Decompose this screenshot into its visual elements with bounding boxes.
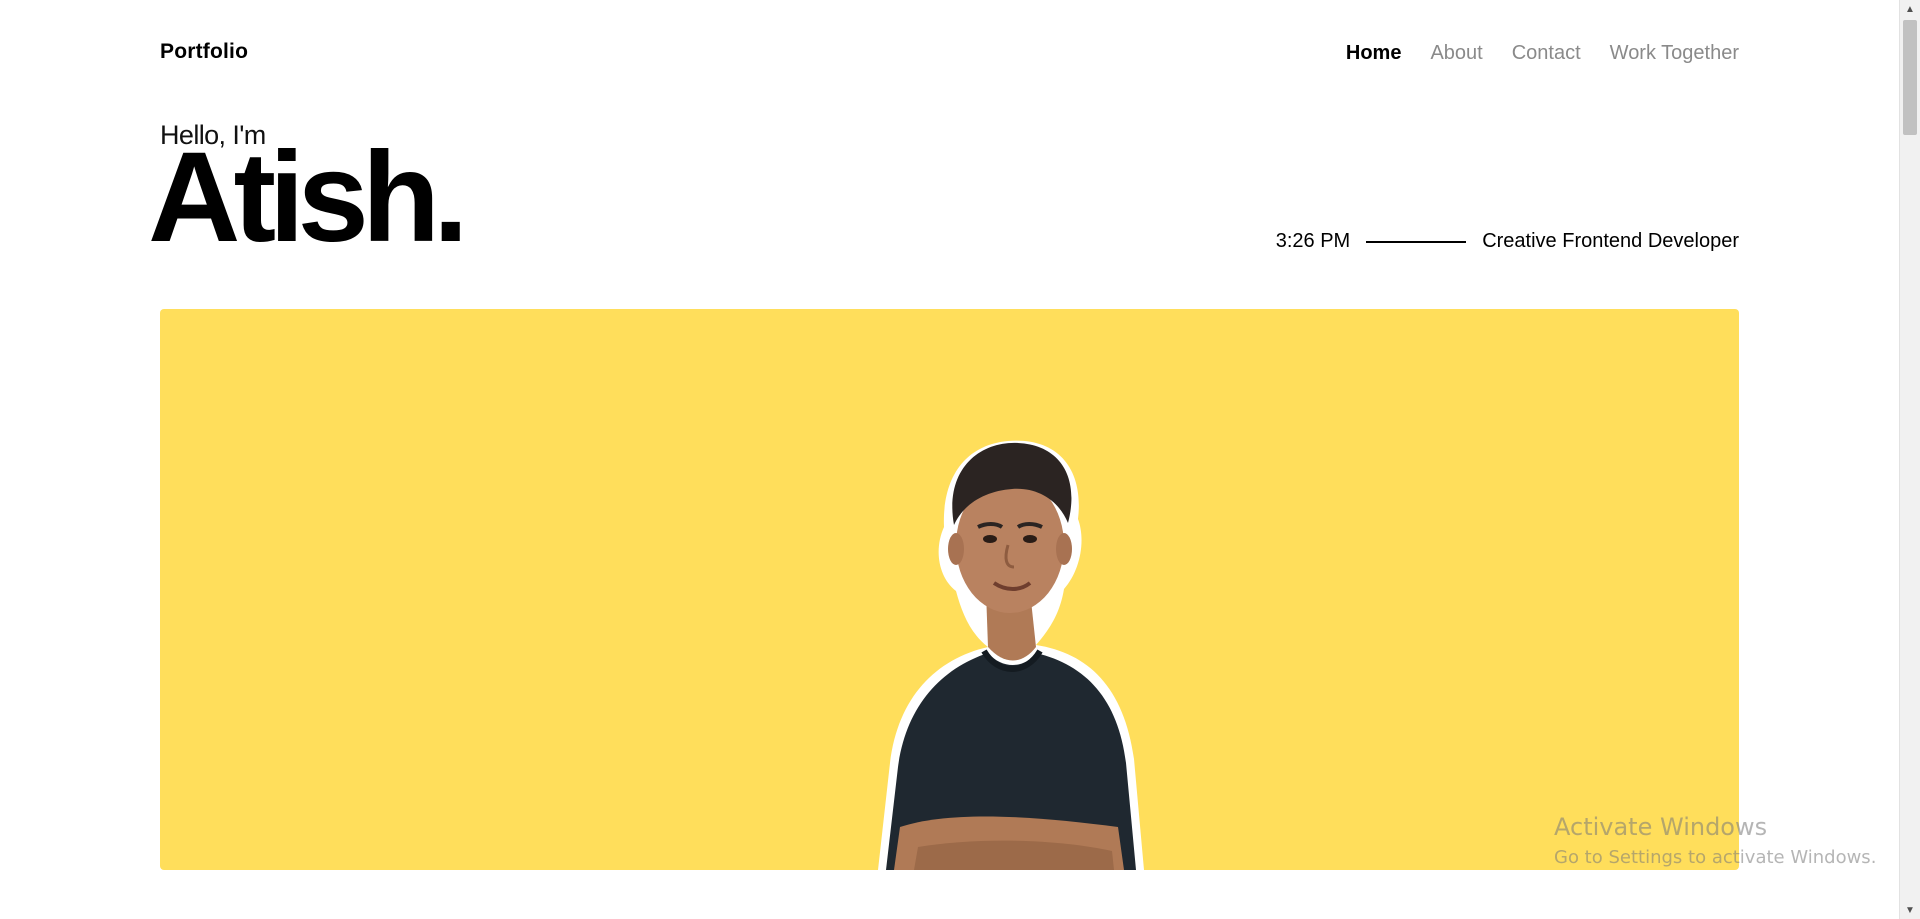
- hero-image-card: [160, 309, 1739, 870]
- nav-home[interactable]: Home: [1346, 42, 1402, 65]
- watermark-subtitle: Go to Settings to activate Windows.: [1554, 847, 1877, 868]
- hero-name: Atish.: [148, 126, 469, 269]
- windows-activation-watermark: Activate Windows Go to Settings to activ…: [1554, 813, 1876, 868]
- hero-meta: 3:26 PM Creative Frontend Developer: [1276, 230, 1739, 253]
- portrait-image: [878, 440, 1144, 870]
- watermark-title: Activate Windows: [1554, 813, 1768, 841]
- vertical-scrollbar[interactable]: ▲ ▼: [1899, 0, 1920, 919]
- role-title: Creative Frontend Developer: [1482, 230, 1739, 252]
- nav-about[interactable]: About: [1430, 42, 1482, 65]
- meta-divider: [1366, 240, 1467, 243]
- nav-work-together[interactable]: Work Together: [1610, 42, 1739, 65]
- main-nav: Home About Contact Work Together: [1346, 42, 1739, 65]
- portfolio-page: Portfolio Home About Contact Work Togeth…: [0, 0, 1900, 919]
- scrollbar-thumb[interactable]: [1903, 20, 1917, 135]
- local-time: 3:26 PM: [1275, 230, 1351, 252]
- brand-logo[interactable]: Portfolio: [160, 40, 248, 64]
- nav-contact[interactable]: Contact: [1512, 42, 1581, 65]
- scroll-down-arrow-icon[interactable]: ▼: [1900, 901, 1920, 919]
- scroll-up-arrow-icon[interactable]: ▲: [1900, 0, 1920, 18]
